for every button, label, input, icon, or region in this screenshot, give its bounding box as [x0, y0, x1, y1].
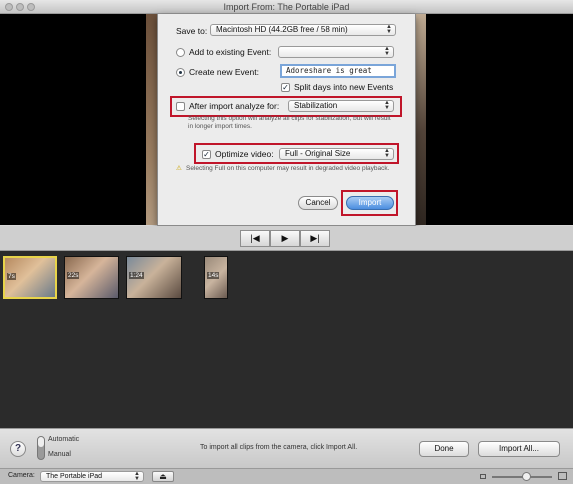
clip-thumbnail[interactable]: 1:24	[126, 256, 182, 299]
popup-arrows-icon: ▲ ▼	[384, 100, 390, 111]
existing-event-popup[interactable]: ▲ ▼	[278, 46, 394, 58]
transport-bar: |◀ ▶ ▶|	[0, 226, 573, 251]
clip-duration: 14s	[207, 272, 220, 279]
optimize-checkbox[interactable]: ✓	[202, 149, 211, 159]
eject-button[interactable]: ⏏	[152, 471, 174, 482]
import-all-button[interactable]: Import All...	[478, 441, 560, 457]
analyze-row[interactable]: After import analyze for:	[176, 101, 279, 111]
switch-knob[interactable]	[38, 437, 44, 447]
clip-duration: 22s	[67, 272, 80, 279]
new-event-name-field[interactable]: Adoreshare is great	[280, 64, 396, 78]
clip-thumbnail[interactable]: 14s	[204, 256, 228, 299]
save-to-value: Macintosh HD (44.2GB free / 58 min)	[216, 25, 348, 34]
done-button[interactable]: Done	[419, 441, 469, 457]
clip-browser: 7s 22s 1:24 14s	[0, 251, 573, 428]
import-mode-switch[interactable]	[37, 436, 45, 460]
zoom-window-button[interactable]	[27, 3, 35, 11]
clip-thumbnail[interactable]: 22s	[64, 256, 119, 299]
analyze-label: After import analyze for:	[189, 101, 280, 111]
clip-duration: 1:24	[129, 272, 144, 279]
clip-duration: 7s	[7, 273, 16, 280]
analyze-checkbox[interactable]	[176, 101, 185, 111]
optimize-label: Optimize video:	[215, 149, 274, 159]
popup-arrows-icon: ▲ ▼	[384, 46, 390, 57]
clip-thumbnail[interactable]: 7s	[3, 256, 57, 299]
add-existing-radio[interactable]	[176, 47, 185, 57]
add-existing-row[interactable]: Add to existing Event:	[176, 47, 271, 57]
window-title: Import From: The Portable iPad	[223, 2, 350, 12]
popup-arrows-icon: ▲ ▼	[384, 148, 390, 159]
window-titlebar: Import From: The Portable iPad	[0, 0, 573, 14]
bottom-bar: ? Automatic Manual To import all clips f…	[0, 428, 573, 468]
zoom-slider-knob[interactable]	[522, 472, 531, 481]
mode-manual-label: Manual	[48, 451, 71, 458]
popup-arrows-icon: ▲ ▼	[386, 24, 392, 35]
save-to-popup[interactable]: Macintosh HD (44.2GB free / 58 min) ▲ ▼	[210, 24, 396, 36]
popup-arrows-icon: ▲ ▼	[134, 471, 140, 482]
create-new-row[interactable]: Create new Event:	[176, 67, 259, 77]
warning-icon: ⚠	[176, 165, 182, 172]
play-button[interactable]: ▶	[270, 230, 300, 247]
import-button[interactable]: Import	[346, 196, 394, 210]
new-event-name-value: Adoreshare is great	[286, 66, 372, 75]
import-dialog: Save to: Macintosh HD (44.2GB free / 58 …	[157, 14, 416, 226]
previous-clip-button[interactable]: |◀	[240, 230, 270, 247]
next-clip-button[interactable]: ▶|	[300, 230, 330, 247]
help-button[interactable]: ?	[10, 441, 26, 457]
create-new-label: Create new Event:	[189, 67, 259, 77]
close-window-button[interactable]	[5, 3, 13, 11]
analyze-value: Stabilization	[294, 101, 338, 110]
optimize-note-row: ⚠ Selecting Full on this computer may re…	[176, 165, 396, 173]
split-days-row[interactable]: ✓ Split days into new Events	[281, 82, 393, 92]
analyze-popup[interactable]: Stabilization ▲ ▼	[288, 100, 394, 112]
optimize-value: Full - Original Size	[285, 149, 351, 158]
optimize-note: Selecting Full on this computer may resu…	[186, 165, 390, 172]
cancel-button[interactable]: Cancel	[298, 196, 338, 210]
status-bar: Camera: The Portable iPad ▲ ▼ ⏏	[0, 468, 573, 484]
save-to-row: Save to:	[176, 26, 207, 36]
add-existing-label: Add to existing Event:	[189, 47, 272, 57]
camera-label: Camera:	[8, 472, 35, 479]
optimize-popup[interactable]: Full - Original Size ▲ ▼	[279, 148, 394, 160]
minimize-window-button[interactable]	[16, 3, 24, 11]
camera-value: The Portable iPad	[46, 473, 103, 480]
split-days-label: Split days into new Events	[294, 82, 394, 92]
camera-popup[interactable]: The Portable iPad ▲ ▼	[40, 471, 144, 482]
create-new-radio[interactable]	[176, 67, 185, 77]
optimize-row[interactable]: ✓ Optimize video:	[202, 149, 274, 159]
analyze-note: Selecting this option will analyze all c…	[188, 115, 391, 130]
save-to-label: Save to:	[176, 26, 208, 36]
small-thumbnail-icon	[480, 474, 486, 479]
large-thumbnail-icon	[558, 472, 567, 480]
mode-automatic-label: Automatic	[48, 436, 80, 443]
import-all-hint: To import all clips from the camera, cli…	[200, 444, 358, 451]
split-days-checkbox[interactable]: ✓	[281, 82, 290, 92]
